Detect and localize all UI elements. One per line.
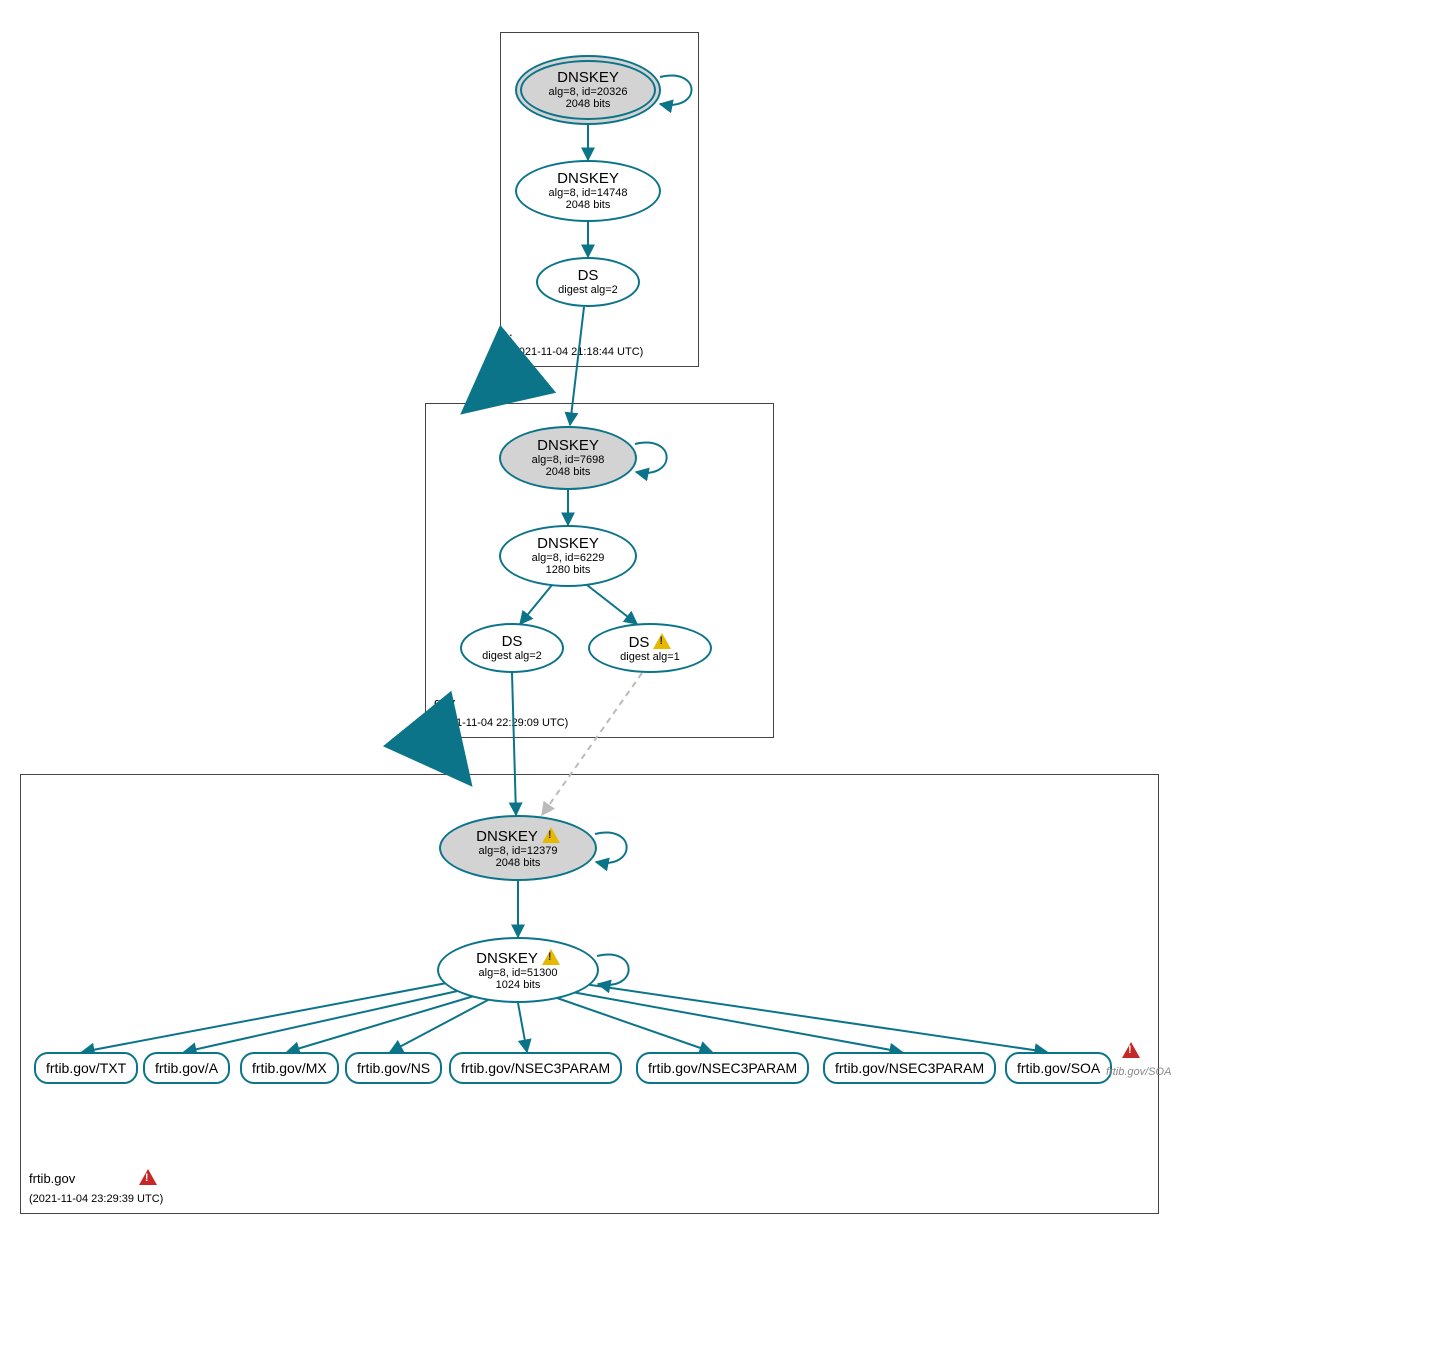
node-frtib-ksk[interactable]: DNSKEY alg=8, id=12379 2048 bits	[439, 815, 597, 881]
leaf-ns[interactable]: frtib.gov/NS	[345, 1052, 442, 1084]
node-gov-zsk[interactable]: DNSKEY alg=8, id=6229 1280 bits	[499, 525, 637, 587]
warning-icon	[653, 633, 671, 649]
leaf-nsec3-2[interactable]: frtib.gov/NSEC3PARAM	[636, 1052, 809, 1084]
dnssec-graph: . (2021-11-04 21:18:44 UTC) gov (2021-11…	[12, 12, 1442, 1332]
leaf-soa[interactable]: frtib.gov/SOA	[1005, 1052, 1112, 1084]
node-root-ds[interactable]: DS digest alg=2	[536, 257, 640, 307]
leaf-txt[interactable]: frtib.gov/TXT	[34, 1052, 138, 1084]
node-gov-ksk[interactable]: DNSKEY alg=8, id=7698 2048 bits	[499, 426, 637, 490]
error-icon	[1118, 1042, 1140, 1059]
node-root-ksk[interactable]: DNSKEY alg=8, id=20326 2048 bits	[515, 55, 661, 125]
node-frtib-zsk[interactable]: DNSKEY alg=8, id=51300 1024 bits	[437, 937, 599, 1003]
leaf-nsec3-1[interactable]: frtib.gov/NSEC3PARAM	[449, 1052, 622, 1084]
warning-icon	[542, 827, 560, 843]
node-gov-ds2[interactable]: DS digest alg=1	[588, 623, 712, 673]
leaf-mx[interactable]: frtib.gov/MX	[240, 1052, 339, 1084]
label-frtib-soa-errored: frtib.gov/SOA	[1106, 1066, 1171, 1078]
warning-icon	[542, 949, 560, 965]
leaf-nsec3-3[interactable]: frtib.gov/NSEC3PARAM	[823, 1052, 996, 1084]
node-root-zsk[interactable]: DNSKEY alg=8, id=14748 2048 bits	[515, 160, 661, 222]
leaf-a[interactable]: frtib.gov/A	[143, 1052, 230, 1084]
node-gov-ds1[interactable]: DS digest alg=2	[460, 623, 564, 673]
graph-edges	[12, 12, 1442, 1332]
